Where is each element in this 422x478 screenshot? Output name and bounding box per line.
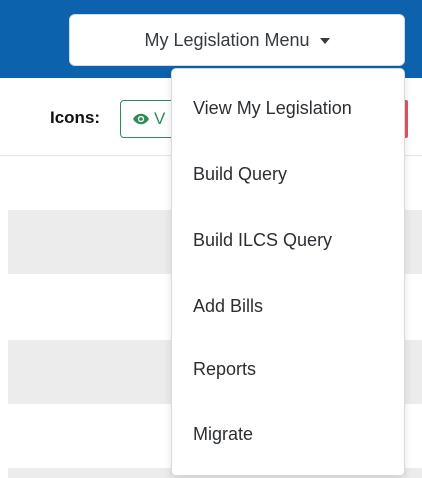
caret-down-icon: [319, 38, 330, 44]
menu-item-add-bills[interactable]: Add Bills: [193, 296, 263, 317]
menu-item-migrate[interactable]: Migrate: [193, 424, 253, 445]
my-legislation-dropdown: View My Legislation Build Query Build IL…: [171, 68, 405, 476]
view-chip-label: V: [154, 109, 166, 128]
icons-label: Icons:: [50, 108, 101, 127]
menu-item-view-my-legislation[interactable]: View My Legislation: [193, 98, 352, 119]
eye-icon: [133, 113, 149, 125]
menu-item-build-ilcs-query[interactable]: Build ILCS Query: [193, 230, 332, 251]
menu-button-label: My Legislation Menu: [144, 29, 310, 50]
menu-item-build-query[interactable]: Build Query: [193, 164, 287, 185]
my-legislation-menu-button[interactable]: My Legislation Menu: [69, 14, 405, 66]
menu-item-reports[interactable]: Reports: [193, 359, 256, 380]
top-navbar: My Legislation Menu: [0, 0, 422, 78]
